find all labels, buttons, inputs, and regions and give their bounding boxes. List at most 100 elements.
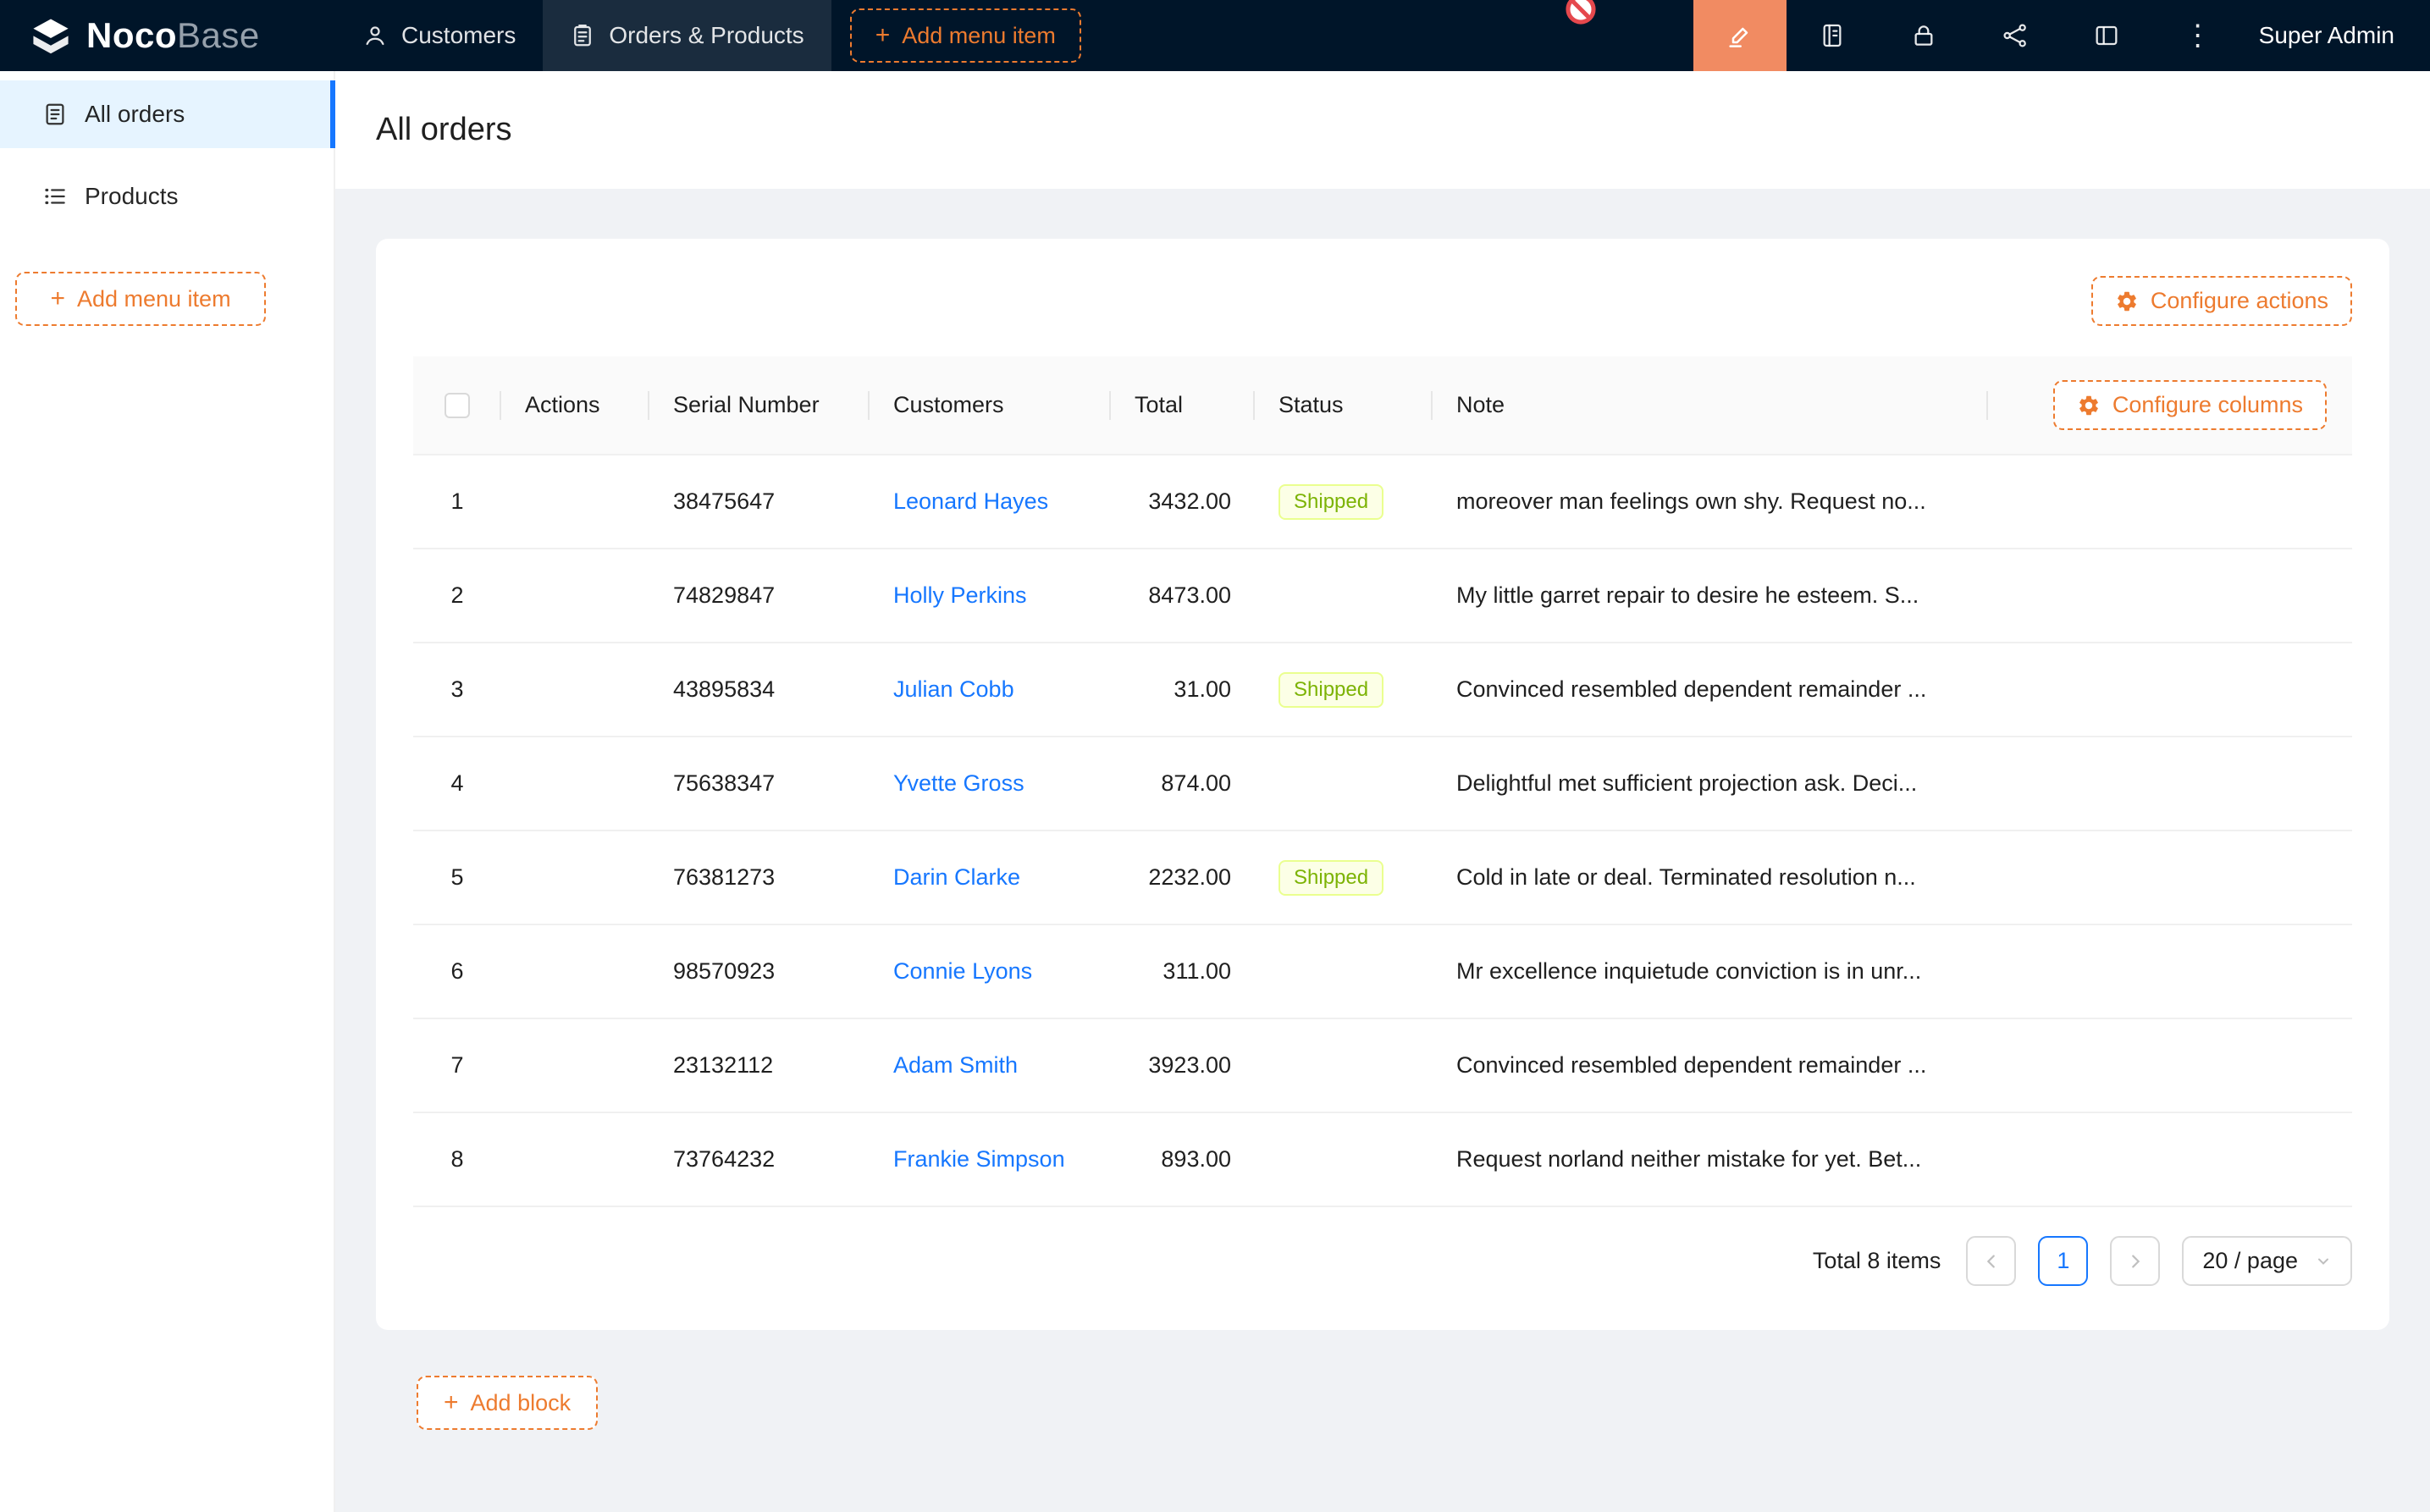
nav-customers[interactable]: Customers xyxy=(335,0,543,71)
customer-cell: Holly Perkins xyxy=(870,549,1111,643)
serial-number-cell: 38475647 xyxy=(649,455,870,549)
actions-cell xyxy=(501,830,649,924)
share-nodes-icon-button[interactable] xyxy=(1969,0,2061,71)
status-cell xyxy=(1255,1112,1433,1206)
customer-link[interactable]: Yvette Gross xyxy=(893,770,1024,796)
note-cell: Cold in late or deal. Terminated resolut… xyxy=(1433,830,1988,924)
user-menu[interactable]: Super Admin xyxy=(2244,22,2430,49)
total-cell: 3432.00 xyxy=(1111,455,1255,549)
customer-link[interactable]: Connie Lyons xyxy=(893,958,1032,984)
page-size-select[interactable]: 20 / page xyxy=(2182,1236,2352,1286)
row-config-cell xyxy=(1988,737,2352,830)
customer-link[interactable]: Leonard Hayes xyxy=(893,488,1048,514)
book-icon xyxy=(1819,22,1846,49)
configure-actions-button[interactable]: Configure actions xyxy=(2091,276,2352,326)
configure-columns-button[interactable]: Configure columns xyxy=(2053,380,2327,430)
nocobase-logo-icon xyxy=(29,14,73,58)
actions-cell xyxy=(501,924,649,1018)
add-menu-item-button-topbar[interactable]: + Add menu item xyxy=(850,8,1081,63)
topbar-actions: ⋮ Super Admin xyxy=(1693,0,2430,71)
plus-icon: + xyxy=(50,286,65,312)
gear-icon xyxy=(2115,290,2139,313)
nav-label: Orders & Products xyxy=(609,22,804,49)
status-cell xyxy=(1255,549,1433,643)
add-block-label: Add block xyxy=(471,1390,572,1416)
row-config-cell xyxy=(1988,455,2352,549)
logo-text: NocoBase xyxy=(86,15,260,56)
actions-cell xyxy=(501,737,649,830)
add-block-button[interactable]: + Add block xyxy=(417,1376,598,1430)
book-icon-button[interactable] xyxy=(1787,0,1878,71)
add-menu-item-button-sidebar[interactable]: + Add menu item xyxy=(15,272,266,326)
main-area: All orders Configure actions xyxy=(335,71,2430,1512)
plus-icon: + xyxy=(444,1390,459,1415)
file-icon xyxy=(42,102,68,127)
customer-link[interactable]: Darin Clarke xyxy=(893,864,1020,890)
row-config-cell xyxy=(1988,1112,2352,1206)
pagination-prev-button[interactable] xyxy=(1966,1236,2016,1286)
logo-text-noco: Noco xyxy=(86,15,177,55)
column-header-total: Total xyxy=(1111,356,1255,455)
column-header-serial-number: Serial Number xyxy=(649,356,870,455)
table-row: 274829847Holly Perkins8473.00My little g… xyxy=(413,549,2352,643)
layout-icon-button[interactable] xyxy=(2061,0,2152,71)
pagination-next-button[interactable] xyxy=(2110,1236,2160,1286)
table-row: 576381273Darin Clarke2232.00ShippedCold … xyxy=(413,830,2352,924)
customer-link[interactable]: Adam Smith xyxy=(893,1052,1018,1078)
note-cell: My little garret repair to desire he est… xyxy=(1433,549,1988,643)
status-badge: Shipped xyxy=(1279,672,1383,708)
customer-cell: Julian Cobb xyxy=(870,643,1111,737)
orders-table-body: 138475647Leonard Hayes3432.00Shippedmore… xyxy=(413,455,2352,1206)
ui-editor-button[interactable] xyxy=(1693,0,1787,71)
serial-number-cell: 43895834 xyxy=(649,643,870,737)
gear-icon xyxy=(2077,394,2101,417)
customer-link[interactable]: Frankie Simpson xyxy=(893,1146,1065,1172)
chevron-left-icon xyxy=(1982,1252,2001,1271)
status-cell xyxy=(1255,1018,1433,1112)
status-cell: Shipped xyxy=(1255,643,1433,737)
add-menu-item-label: Add menu item xyxy=(902,23,1056,49)
customer-cell: Frankie Simpson xyxy=(870,1112,1111,1206)
column-header-note: Note xyxy=(1433,356,1988,455)
configure-columns-label: Configure columns xyxy=(2112,392,2303,418)
logo[interactable]: NocoBase xyxy=(0,14,335,58)
customer-link[interactable]: Holly Perkins xyxy=(893,582,1027,608)
row-index: 7 xyxy=(413,1018,501,1112)
sidebar-item-label: All orders xyxy=(85,101,185,128)
table-row: 343895834Julian Cobb31.00ShippedConvince… xyxy=(413,643,2352,737)
table-row: 475638347Yvette Gross874.00Delightful me… xyxy=(413,737,2352,830)
serial-number-cell: 76381273 xyxy=(649,830,870,924)
chevron-right-icon xyxy=(2126,1252,2145,1271)
customer-cell: Connie Lyons xyxy=(870,924,1111,1018)
list-icon xyxy=(42,184,68,209)
customer-link[interactable]: Julian Cobb xyxy=(893,676,1014,702)
pagination-page-1[interactable]: 1 xyxy=(2038,1236,2088,1286)
orders-icon xyxy=(570,23,595,48)
note-cell: Convinced resembled dependent remainder … xyxy=(1433,643,1988,737)
actions-cell xyxy=(501,1018,649,1112)
more-icon-button[interactable]: ⋮ xyxy=(2152,0,2244,71)
nav-orders-products[interactable]: Orders & Products xyxy=(543,0,831,71)
row-config-cell xyxy=(1988,643,2352,737)
total-cell: 3923.00 xyxy=(1111,1018,1255,1112)
total-cell: 874.00 xyxy=(1111,737,1255,830)
actions-cell xyxy=(501,1112,649,1206)
select-all-checkbox[interactable] xyxy=(445,393,470,418)
status-badge: Shipped xyxy=(1279,484,1383,520)
actions-cell xyxy=(501,549,649,643)
nav-label: Customers xyxy=(401,22,516,49)
note-cell: Convinced resembled dependent remainder … xyxy=(1433,1018,1988,1112)
column-header-status: Status xyxy=(1255,356,1433,455)
orders-table-block: Configure actions Actions Serial Number … xyxy=(376,239,2389,1330)
status-badge: Shipped xyxy=(1279,860,1383,896)
sidebar-item-products[interactable]: Products xyxy=(0,163,334,230)
lock-icon xyxy=(1910,22,1937,49)
content-area: Configure actions Actions Serial Number … xyxy=(335,189,2430,1430)
status-cell: Shipped xyxy=(1255,455,1433,549)
actions-cell xyxy=(501,643,649,737)
lock-icon-button[interactable] xyxy=(1878,0,1969,71)
plus-icon: + xyxy=(875,23,891,48)
note-cell: Request norland neither mistake for yet.… xyxy=(1433,1112,1988,1206)
sidebar: All orders Products + Add menu item xyxy=(0,71,335,1512)
sidebar-item-all-orders[interactable]: All orders xyxy=(0,80,334,148)
